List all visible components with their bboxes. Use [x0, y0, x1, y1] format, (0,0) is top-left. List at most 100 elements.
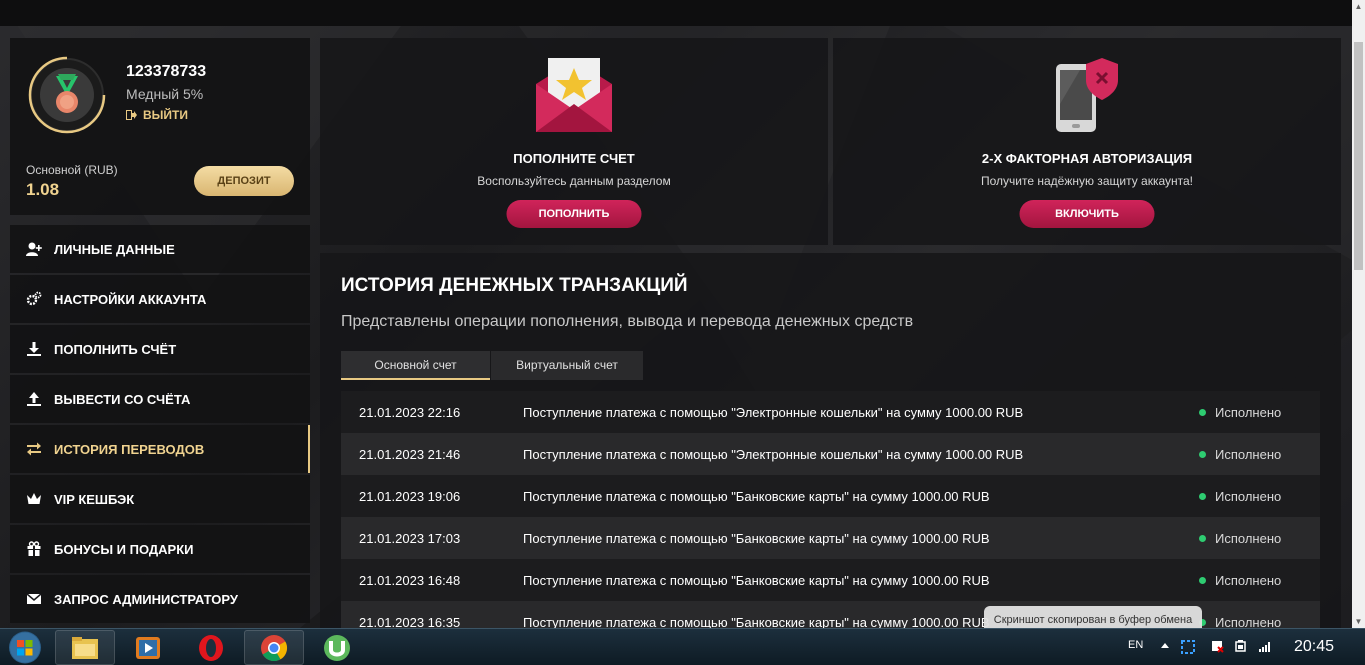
envelope-star-icon [536, 58, 612, 132]
transaction-status: Исполнено [1199, 573, 1281, 588]
transaction-description: Поступление платежа с помощью "Банковски… [523, 572, 990, 588]
status-dot-icon [1199, 450, 1206, 458]
language-indicator[interactable]: EN [1128, 639, 1143, 651]
file-explorer-icon [72, 636, 98, 659]
taskbar-media-player[interactable] [118, 630, 178, 665]
taskbar-clock[interactable]: 20:45 [1294, 638, 1334, 656]
taskbar-opera[interactable] [181, 630, 241, 665]
tray-expand-icon[interactable] [1158, 639, 1172, 653]
transaction-date: 21.01.2023 22:16 [359, 404, 461, 420]
transaction-date: 21.01.2023 16:48 [359, 572, 461, 588]
status-label: Исполнено [1215, 614, 1282, 629]
transaction-description: Поступление платежа с помощью "Банковски… [523, 488, 990, 504]
taskbar-chrome[interactable] [244, 630, 304, 665]
tab-virtual-account[interactable]: Виртуальный счет [491, 351, 643, 380]
menu-item-label: ЗАПРОС АДМИНИСТРАТОРУ [54, 591, 238, 607]
scroll-down-icon[interactable]: ▼ [1352, 615, 1365, 628]
transaction-row: 21.01.2023 21:46 Поступление платежа с п… [341, 433, 1320, 475]
transaction-description: Поступление платежа с помощью "Электронн… [523, 446, 1024, 462]
windows-taskbar: EN 20:45 [0, 628, 1365, 665]
transfer-arrows-icon [27, 442, 41, 456]
site-top-bar [0, 0, 1352, 26]
scroll-thumb[interactable] [1354, 42, 1363, 270]
deposit-button[interactable]: ДЕПОЗИТ [194, 166, 294, 196]
transaction-row: 21.01.2023 16:48 Поступление платежа с п… [341, 559, 1320, 601]
promo-deposit-card: ПОПОЛНИТЕ СЧЕТ Воспользуйтесь данным раз… [320, 38, 828, 245]
status-dot-icon [1199, 576, 1206, 584]
promo-deposit-subtitle: Воспользуйтесь данным разделом [477, 174, 671, 188]
taskbar-utorrent[interactable] [307, 630, 367, 665]
status-dot-icon [1199, 492, 1206, 500]
download-icon [27, 342, 41, 356]
menu-item-label: ЛИЧНЫЕ ДАННЫЕ [54, 241, 175, 257]
transaction-list: 21.01.2023 22:16 Поступление платежа с п… [341, 391, 1320, 628]
balance-value: 1.08 [26, 180, 60, 199]
promo-2fa-subtitle: Получите надёжную защиту аккаунта! [980, 174, 1193, 188]
crown-icon [27, 493, 41, 504]
transaction-row: 21.01.2023 17:03 Поступление платежа с п… [341, 517, 1320, 559]
logout-label: ВЫЙТИ [143, 108, 188, 122]
user-level: Медный 5% [126, 86, 204, 102]
gears-icon [26, 291, 42, 306]
status-label: Исполнено [1215, 404, 1282, 420]
user-add-icon [26, 242, 42, 256]
transaction-row: 21.01.2023 22:16 Поступление платежа с п… [341, 391, 1320, 433]
status-label: Исполнено [1215, 446, 1282, 462]
gift-icon [27, 541, 41, 556]
menu-item-label: ИСТОРИЯ ПЕРЕВОДОВ [54, 441, 205, 457]
balance-label: Основной (RUB) [26, 163, 118, 177]
promo-deposit-title: ПОПОЛНИТЕ СЧЕТ [513, 151, 635, 166]
windows-logo-icon [9, 631, 41, 664]
logout-icon [126, 110, 137, 120]
top-up-button[interactable]: ПОПОЛНИТЬ [506, 200, 642, 228]
menu-item-account-settings[interactable]: НАСТРОЙКИ АККАУНТА [10, 275, 310, 323]
status-label: Исполнено [1215, 572, 1282, 588]
transaction-date: 21.01.2023 16:35 [359, 614, 461, 629]
menu-item-label: VIP КЕШБЭК [54, 491, 135, 507]
enable-2fa-button[interactable]: ВКЛЮЧИТЬ [1019, 200, 1155, 228]
menu-item-vip-cashback[interactable]: VIP КЕШБЭК [10, 475, 310, 523]
transaction-description: Поступление платежа с помощью "Банковски… [523, 530, 990, 546]
menu-item-label: БОНУСЫ И ПОДАРКИ [54, 541, 194, 557]
tab-main-account[interactable]: Основной счет [341, 351, 490, 380]
account-menu: ЛИЧНЫЕ ДАННЫЕ НАСТРОЙКИ АККАУНТА ПОПОЛНИ… [10, 225, 310, 625]
scroll-up-icon[interactable]: ▲ [1352, 0, 1365, 13]
logout-link[interactable]: ВЫЙТИ [126, 108, 188, 122]
snipping-tool-icon[interactable] [1180, 639, 1196, 655]
phone-shield-icon [1056, 58, 1118, 132]
status-dot-icon [1199, 408, 1206, 416]
account-tabs: Основной счет Виртуальный счет [341, 351, 643, 380]
promo-2fa-title: 2-Х ФАКТОРНАЯ АВТОРИЗАЦИЯ [981, 151, 1193, 166]
menu-item-deposit[interactable]: ПОПОЛНИТЬ СЧЁТ [10, 325, 310, 373]
history-title: ИСТОРИЯ ДЕНЕЖНЫХ ТРАНЗАКЦИЙ [341, 275, 688, 296]
signal-strength-icon[interactable] [1258, 639, 1272, 653]
page-scrollbar[interactable]: ▲ ▼ [1352, 0, 1365, 628]
utorrent-icon [324, 634, 350, 661]
transaction-status: Исполнено [1199, 614, 1282, 629]
menu-item-withdraw[interactable]: ВЫВЕСТИ СО СЧЁТА [10, 375, 310, 423]
menu-item-label: НАСТРОЙКИ АККАУНТА [54, 291, 207, 307]
battery-icon[interactable] [1234, 639, 1248, 653]
transaction-status: Исполнено [1199, 489, 1281, 504]
menu-item-admin-request[interactable]: ЗАПРОС АДМИНИСТРАТОРУ [10, 575, 310, 623]
transaction-date: 21.01.2023 19:06 [359, 488, 461, 504]
action-center-icon[interactable] [1210, 639, 1224, 653]
promo-2fa-card: 2-Х ФАКТОРНАЯ АВТОРИЗАЦИЯ Получите надёж… [833, 38, 1341, 245]
medal-icon [40, 68, 94, 122]
menu-item-label: ПОПОЛНИТЬ СЧЁТ [54, 341, 177, 357]
status-dot-icon [1199, 534, 1206, 542]
envelope-icon [26, 593, 42, 604]
chrome-icon [261, 634, 288, 661]
transaction-status: Исполнено [1199, 531, 1281, 546]
taskbar-file-explorer[interactable] [55, 630, 115, 665]
menu-item-bonuses[interactable]: БОНУСЫ И ПОДАРКИ [10, 525, 310, 573]
menu-item-transfer-history[interactable]: ИСТОРИЯ ПЕРЕВОДОВ [10, 425, 310, 473]
transaction-description: Поступление платежа с помощью "Электронн… [523, 404, 1024, 420]
media-player-icon [136, 636, 160, 659]
status-label: Исполнено [1215, 530, 1282, 546]
user-id: 123378733 [126, 63, 207, 80]
transaction-status: Исполнено [1199, 405, 1281, 420]
history-subtitle: Представлены операции пополнения, вывода… [341, 313, 914, 330]
start-button[interactable] [6, 630, 44, 665]
menu-item-personal-data[interactable]: ЛИЧНЫЕ ДАННЫЕ [10, 225, 310, 273]
